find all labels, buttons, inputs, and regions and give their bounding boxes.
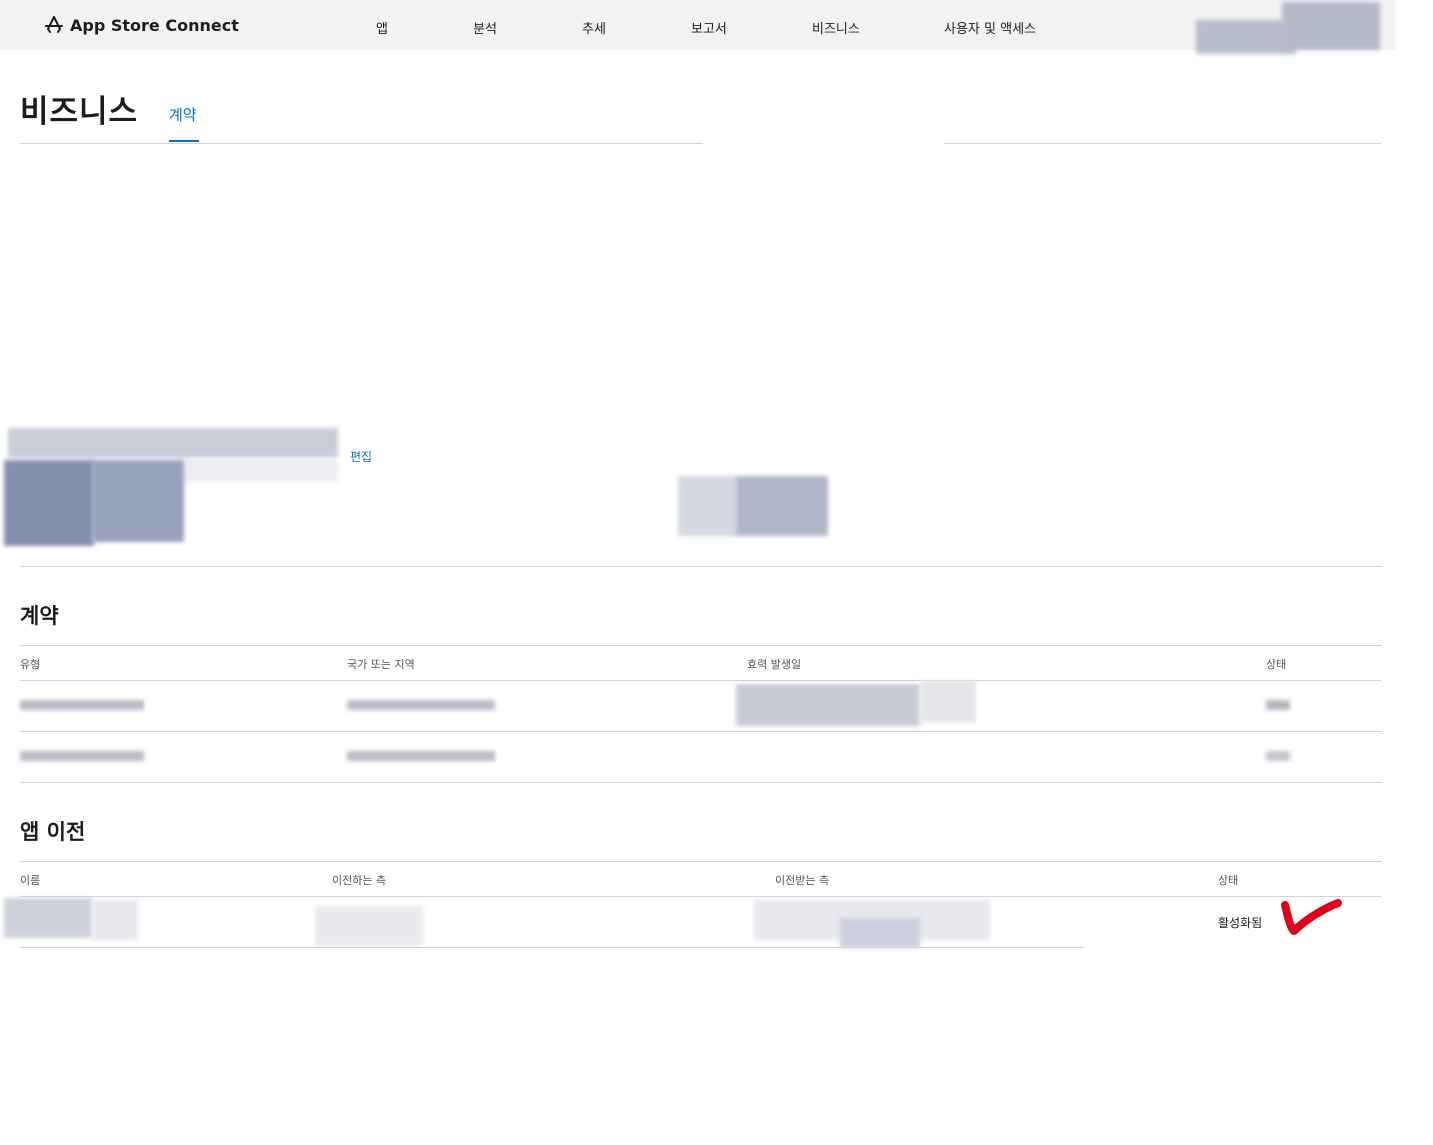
contracts-column-status: 상태 [1266, 658, 1287, 671]
app-store-connect-logo[interactable]: App Store Connect [44, 14, 239, 36]
transfer-name-redacted [4, 898, 92, 938]
transfer-to-redacted-2 [840, 918, 920, 948]
contracts-column-country: 국가 또는 지역 [347, 658, 415, 671]
transfers-column-transferor: 이전하는 측 [332, 874, 387, 887]
contract-date-redacted [736, 684, 920, 726]
nav-apps[interactable]: 앱 [376, 18, 388, 37]
transfers-header-top-border [20, 861, 1382, 862]
page-title: 비즈니스 [20, 94, 139, 130]
transfers-bottom-border [20, 947, 1084, 948]
app-name: App Store Connect [70, 15, 239, 35]
transfers-column-recipient: 이전받는 측 [775, 874, 830, 887]
contract-status-redacted [1266, 751, 1290, 761]
transfers-column-name: 이름 [20, 874, 41, 887]
account-image-redacted-2 [92, 460, 184, 542]
contract-country-redacted[interactable] [347, 751, 495, 761]
account-name-redacted [8, 428, 338, 458]
transfer-name-redacted-2 [92, 900, 138, 940]
contract-status-redacted [1266, 700, 1290, 710]
nav-analytics[interactable]: 분석 [473, 18, 497, 37]
section-divider [20, 566, 1382, 567]
transfers-section-title: 앱 이전 [20, 820, 86, 844]
account-image-redacted [4, 460, 94, 546]
transfers-header-bottom-border [20, 896, 1382, 897]
contracts-section-title: 계약 [20, 604, 59, 628]
top-navigation-bar: App Store Connect 앱 분석 추세 보고서 비즈니스 사용자 및… [0, 0, 1395, 54]
title-divider-right [944, 143, 1382, 144]
account-detail-redacted [184, 460, 338, 482]
contracts-header-top-border [20, 645, 1382, 646]
contracts-row-divider [20, 731, 1382, 732]
transfers-column-status: 상태 [1218, 874, 1239, 887]
title-divider-left [20, 143, 703, 144]
account-menu-redacted[interactable] [1196, 20, 1296, 54]
contracts-column-effective-date: 효력 발생일 [747, 658, 802, 671]
edit-link[interactable]: 편집 [350, 448, 372, 465]
nav-reports[interactable]: 보고서 [691, 18, 727, 37]
app-store-icon [45, 16, 63, 33]
contract-type-redacted [20, 751, 144, 761]
contracts-column-type: 유형 [20, 658, 41, 671]
account-avatar-redacted [1282, 2, 1380, 50]
nav-users-and-access[interactable]: 사용자 및 액세스 [944, 18, 1036, 37]
nav-business[interactable]: 비즈니스 [812, 18, 860, 37]
contract-country-redacted[interactable] [347, 700, 495, 710]
account-info-redacted [678, 476, 738, 536]
nav-trends[interactable]: 추세 [582, 18, 606, 37]
tab-contracts[interactable]: 계약 [169, 104, 197, 125]
contract-type-redacted [20, 700, 144, 710]
account-info-redacted-2 [736, 476, 828, 536]
contracts-bottom-border [20, 782, 1382, 783]
active-tab-indicator [169, 140, 199, 142]
transfer-status: 활성화됨 [1218, 916, 1263, 930]
checkmark-annotation-icon [1281, 899, 1342, 935]
contract-date-redacted-2 [920, 680, 976, 722]
transfer-from-redacted [315, 906, 423, 946]
contracts-header-bottom-border [20, 680, 1382, 681]
